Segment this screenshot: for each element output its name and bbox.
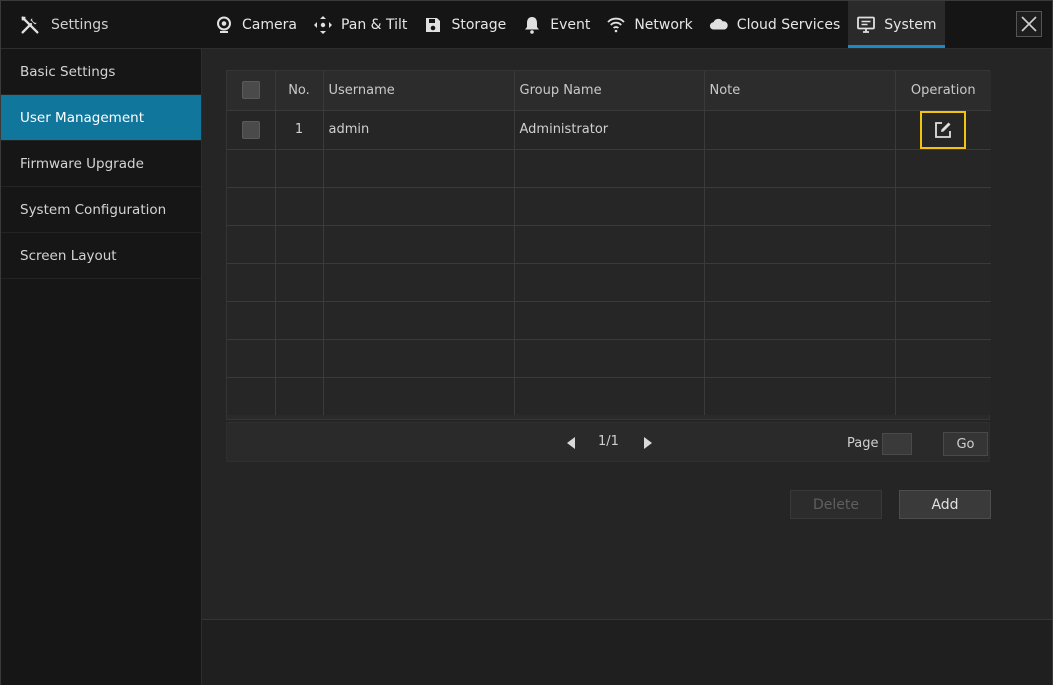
page-number-input[interactable] [882,433,912,455]
storage-icon [426,17,441,32]
sidebar-item-firmware-upgrade[interactable]: Firmware Upgrade [1,141,201,187]
row-note [704,110,896,150]
table-row-empty [227,377,991,415]
table-row-empty [227,187,991,226]
wifi-icon [607,17,625,32]
tab-event-label: Event [550,16,591,33]
select-all-cell [227,71,276,111]
pagination-bar: 1/1 Page Go [226,422,990,462]
cloud-icon [709,18,728,30]
close-button[interactable] [1016,11,1042,37]
row-checkbox[interactable] [241,120,260,139]
tab-pan-tilt[interactable]: Pan & Tilt [305,1,415,48]
camera-icon [217,16,231,33]
tab-pan-tilt-label: Pan & Tilt [340,16,408,33]
sidebar-item-basic-settings[interactable]: Basic Settings [1,49,201,95]
row-username: admin [323,110,515,150]
close-icon [1021,16,1037,32]
sidebar-item-system-configuration[interactable]: System Configuration [1,187,201,233]
row-no: 1 [275,110,324,150]
edit-icon [935,121,952,138]
page-indicator: 1/1 [598,434,619,449]
tab-camera[interactable]: Camera [206,1,305,48]
main-panel: No. Username Group Name Note Operation 1… [202,49,1052,620]
table-row-empty [227,339,991,378]
tab-storage-label: Storage [451,16,507,33]
settings-window: Settings Camera Pan & Tilt Storage Event… [0,0,1053,685]
table-header-row: No. Username Group Name Note Operation [227,71,991,111]
tools-icon [21,15,39,34]
column-header-no: No. [275,71,324,111]
table-row-empty [227,149,991,188]
edit-button[interactable] [920,110,967,149]
pan-tilt-icon [313,15,332,34]
user-table: No. Username Group Name Note Operation 1… [226,70,991,420]
tab-cloud-services[interactable]: Cloud Services [701,1,848,48]
tab-network[interactable]: Network [598,1,700,48]
column-header-username: Username [323,71,515,111]
top-bar: Settings Camera Pan & Tilt Storage Event… [1,1,1052,49]
tab-cloud-services-label: Cloud Services [736,16,841,33]
delete-button[interactable]: Delete [790,490,882,519]
table-row-empty [227,263,991,302]
go-button[interactable]: Go [943,432,988,456]
footer-bar [202,620,1052,685]
prev-page-icon[interactable] [565,436,577,450]
monitor-icon [857,16,876,33]
sidebar-item-user-management[interactable]: User Management [1,95,201,141]
row-select-cell [227,110,276,150]
settings-brand: Settings [19,1,108,48]
sidebar-item-screen-layout[interactable]: Screen Layout [1,233,201,279]
tab-storage[interactable]: Storage [415,1,514,48]
next-page-icon[interactable] [642,436,654,450]
table-row: 1 admin Administrator [227,110,991,150]
column-header-operation: Operation [895,71,991,111]
table-row-empty [227,225,991,264]
select-all-checkbox[interactable] [241,81,260,100]
add-button[interactable]: Add [899,490,991,519]
tab-system-label: System [884,16,937,33]
column-header-group-name: Group Name [514,71,705,111]
tab-camera-label: Camera [242,16,297,33]
tab-event[interactable]: Event [514,1,598,48]
settings-title: Settings [51,16,109,33]
sidebar-item-label: User Management [20,109,144,126]
tab-system[interactable]: System [848,1,945,48]
column-header-note: Note [704,71,896,111]
sidebar-item-label: Basic Settings [20,63,116,80]
bell-icon [525,16,540,34]
tab-network-label: Network [634,16,693,33]
page-label: Page [847,436,879,451]
sidebar-item-label: Firmware Upgrade [20,155,144,172]
row-operation [895,110,991,150]
sidebar-item-label: System Configuration [20,201,167,218]
sidebar-item-label: Screen Layout [20,247,117,264]
top-tabs: Camera Pan & Tilt Storage Event Network … [206,1,945,48]
sidebar: Basic Settings User Management Firmware … [1,49,202,685]
table-row-empty [227,301,991,340]
row-group-name: Administrator [514,110,705,150]
